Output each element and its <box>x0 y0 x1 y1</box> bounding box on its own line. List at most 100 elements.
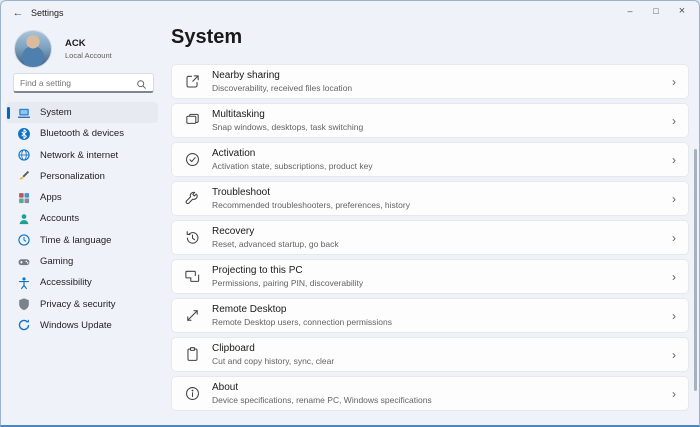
accounts-icon <box>17 212 31 226</box>
recovery-icon <box>184 229 201 246</box>
account-text: ACK Local Account <box>65 38 112 60</box>
card-text: Troubleshoot Recommended troubleshooters… <box>212 187 672 210</box>
card-text: Remote Desktop Remote Desktop users, con… <box>212 304 672 327</box>
avatar <box>14 30 52 68</box>
card-text: About Device specifications, rename PC, … <box>212 382 672 405</box>
sidebar-item-gaming[interactable]: Gaming <box>6 251 158 272</box>
gaming-icon <box>17 255 31 269</box>
card-text: Projecting to this PC Permissions, pairi… <box>212 265 672 288</box>
card-title: Clipboard <box>212 343 255 355</box>
card-subtitle: Cut and copy history, sync, clear <box>212 355 335 366</box>
window-controls: – □ × <box>617 2 695 19</box>
search-icon <box>136 77 147 89</box>
card-about[interactable]: About Device specifications, rename PC, … <box>171 376 689 411</box>
card-subtitle: Activation state, subscriptions, product… <box>212 160 373 171</box>
time-language-icon <box>17 233 31 247</box>
sidebar-item-label: Bluetooth & devices <box>40 128 124 140</box>
sidebar-item-system[interactable]: System <box>6 102 158 123</box>
settings-card-list: Nearby sharing Discoverability, received… <box>171 64 689 415</box>
clipboard-icon <box>184 346 201 363</box>
card-remote-desktop[interactable]: Remote Desktop Remote Desktop users, con… <box>171 298 689 333</box>
account-header[interactable]: ACK Local Account <box>14 29 159 69</box>
chevron-right-icon: › <box>672 386 676 401</box>
sidebar-item-label: Privacy & security <box>40 298 116 310</box>
personalization-icon <box>17 169 31 183</box>
sidebar-item-privacy-security[interactable]: Privacy & security <box>6 294 158 315</box>
bluetooth-icon <box>17 127 31 141</box>
sidebar-item-label: System <box>40 107 72 118</box>
card-clipboard[interactable]: Clipboard Cut and copy history, sync, cl… <box>171 337 689 372</box>
card-title: Remote Desktop <box>212 304 287 316</box>
chevron-right-icon: › <box>672 308 676 323</box>
settings-window: ← Settings – □ × ACK Local Account Find … <box>0 0 700 427</box>
nearby-sharing-icon <box>184 73 201 90</box>
sidebar-item-accessibility[interactable]: Accessibility <box>6 272 158 293</box>
sidebar-item-bluetooth-devices[interactable]: Bluetooth & devices <box>6 123 158 144</box>
minimize-button[interactable]: – <box>617 2 643 19</box>
card-title: About <box>212 382 239 394</box>
card-activation[interactable]: Activation Activation state, subscriptio… <box>171 142 689 177</box>
sidebar-item-network-internet[interactable]: Network & internet <box>6 145 158 166</box>
card-title: Nearby sharing <box>212 70 280 82</box>
accent-pill <box>6 106 10 119</box>
card-title: Multitasking <box>212 109 265 121</box>
card-title: Troubleshoot <box>212 187 270 199</box>
sidebar-item-time-language[interactable]: Time & language <box>6 230 158 251</box>
chevron-right-icon: › <box>672 191 676 206</box>
sidebar-item-label: Apps <box>40 192 62 204</box>
card-text: Multitasking Snap windows, desktops, tas… <box>212 109 672 132</box>
sidebar-item-label: Personalization <box>40 170 105 182</box>
about-icon <box>184 385 201 402</box>
sidebar-item-accounts[interactable]: Accounts <box>6 208 158 229</box>
accessibility-icon <box>17 276 31 290</box>
sidebar-nav: System Bluetooth & devices Network & int… <box>1 102 163 336</box>
card-title: Activation <box>212 148 256 160</box>
card-subtitle: Device specifications, rename PC, Window… <box>212 394 432 405</box>
card-recovery[interactable]: Recovery Reset, advanced startup, go bac… <box>171 220 689 255</box>
account-name: ACK <box>65 38 86 49</box>
windows-update-icon <box>17 318 31 332</box>
card-subtitle: Recommended troubleshooters, preferences… <box>212 199 410 210</box>
privacy-security-icon <box>17 297 31 311</box>
account-type: Local Account <box>65 51 112 60</box>
card-projecting-to-this-pc[interactable]: Projecting to this PC Permissions, pairi… <box>171 259 689 294</box>
sidebar-item-label: Windows Update <box>40 319 112 331</box>
chevron-right-icon: › <box>672 113 676 128</box>
multitasking-icon <box>184 112 201 129</box>
system-icon <box>17 106 31 120</box>
card-text: Nearby sharing Discoverability, received… <box>212 70 672 93</box>
card-title: Projecting to this PC <box>212 265 303 277</box>
projecting-icon <box>184 268 201 285</box>
card-multitasking[interactable]: Multitasking Snap windows, desktops, tas… <box>171 103 689 138</box>
card-subtitle: Remote Desktop users, connection permiss… <box>212 316 392 327</box>
card-text: Clipboard Cut and copy history, sync, cl… <box>212 343 672 366</box>
close-button[interactable]: × <box>669 2 695 19</box>
card-title: Recovery <box>212 226 255 238</box>
card-subtitle: Reset, advanced startup, go back <box>212 238 339 249</box>
card-text: Recovery Reset, advanced startup, go bac… <box>212 226 672 249</box>
card-subtitle: Snap windows, desktops, task switching <box>212 121 364 132</box>
troubleshoot-icon <box>184 190 201 207</box>
maximize-button[interactable]: □ <box>643 2 669 19</box>
activation-icon <box>184 151 201 168</box>
sidebar-item-personalization[interactable]: Personalization <box>6 166 158 187</box>
remote-desktop-icon <box>184 307 201 324</box>
card-nearby-sharing[interactable]: Nearby sharing Discoverability, received… <box>171 64 689 99</box>
vertical-scrollbar[interactable] <box>694 149 697 391</box>
apps-icon <box>17 191 31 205</box>
chevron-right-icon: › <box>672 152 676 167</box>
card-troubleshoot[interactable]: Troubleshoot Recommended troubleshooters… <box>171 181 689 216</box>
network-icon <box>17 148 31 162</box>
card-subtitle: Discoverability, received files location <box>212 82 353 93</box>
sidebar-item-windows-update[interactable]: Windows Update <box>6 315 158 336</box>
search-input[interactable] <box>20 77 136 88</box>
sidebar-item-label: Gaming <box>40 256 74 268</box>
chevron-right-icon: › <box>672 230 676 245</box>
sidebar-item-apps[interactable]: Apps <box>6 187 158 208</box>
chevron-right-icon: › <box>672 74 676 89</box>
sidebar: ACK Local Account System <box>1 1 163 425</box>
search-box <box>13 73 154 93</box>
sidebar-item-label: Accessibility <box>40 277 92 289</box>
chevron-right-icon: › <box>672 347 676 362</box>
sidebar-item-label: Time & language <box>40 234 112 246</box>
